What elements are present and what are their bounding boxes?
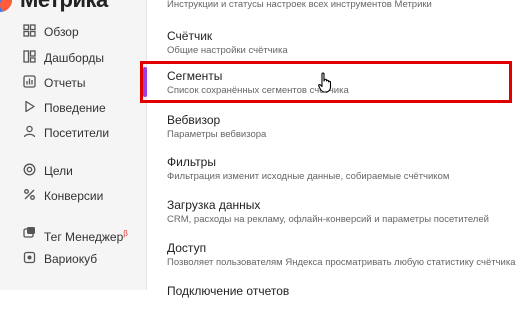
dashboard-icon	[22, 50, 36, 64]
sidebar-item-label: Тег Менеджер	[44, 230, 124, 244]
play-icon	[22, 100, 36, 114]
target-icon	[22, 163, 36, 177]
cube-icon	[22, 251, 36, 265]
sidebar-item-label: Посетители	[44, 126, 110, 140]
item-title: Доступ	[167, 241, 207, 255]
item-title: Сегменты	[167, 69, 223, 83]
sidebar-item-label: Вариокуб	[44, 252, 98, 266]
settings-item-counter[interactable]: Счётчик Общие настройки счётчика	[147, 22, 516, 66]
item-desc: CRM, расходы на рекламу, офлайн-конверси…	[167, 214, 489, 225]
sidebar-item-reports[interactable]: Отчеты	[0, 71, 146, 95]
sidebar-item-label: Конверсии	[44, 189, 104, 203]
sidebar-item-goals[interactable]: Цели	[0, 159, 146, 183]
settings-item-webvisor[interactable]: Вебвизор Параметры вебвизора	[147, 106, 516, 150]
item-title: Счётчик	[167, 29, 213, 43]
person-icon	[22, 125, 36, 139]
sidebar-item-dashboards[interactable]: Дашборды	[0, 46, 146, 70]
sidebar-item-behavior[interactable]: Поведение	[0, 96, 146, 120]
item-desc: Фильтрация изменит исходные данные, соби…	[167, 171, 450, 182]
settings-item-report-connection[interactable]: Подключение отчетов	[147, 277, 516, 321]
item-title: Вебвизор	[167, 113, 221, 127]
sidebar-item-label: Поведение	[44, 101, 106, 115]
hand-cursor-icon	[318, 72, 332, 93]
logo[interactable]: Метрика	[0, 0, 108, 12]
sidebar: Метрика Обзор Дашборды Отчеты Поведение …	[0, 0, 147, 290]
item-desc: Параметры вебвизора	[167, 129, 267, 140]
sidebar-item-variocube[interactable]: Вариокуб	[0, 247, 146, 271]
settings-item-filters[interactable]: Фильтры Фильтрация изменит исходные данн…	[147, 148, 516, 192]
settings-item-access[interactable]: Доступ Позволяет пользователям Яндекса п…	[147, 234, 516, 278]
settings-item-segments[interactable]: Сегменты Список сохранённых сегментов сч…	[140, 61, 512, 103]
percent-icon	[22, 188, 36, 202]
item-title: Подключение отчетов	[167, 284, 290, 298]
active-indicator	[143, 67, 147, 97]
settings-list: Инструкции и статусы настроек всех инстр…	[140, 0, 516, 298]
sidebar-item-overview[interactable]: Обзор	[0, 20, 146, 44]
grid-icon	[22, 24, 36, 38]
sidebar-item-label: Цели	[44, 164, 73, 178]
settings-overview-desc: Инструкции и статусы настроек всех инстр…	[167, 0, 432, 10]
sidebar-item-tag-manager[interactable]: Тег Менеджерβ	[0, 222, 146, 246]
tag-icon	[22, 226, 36, 240]
app-title: Метрика	[20, 0, 108, 13]
item-desc: Общие настройки счётчика	[167, 45, 288, 56]
sidebar-item-label: Отчеты	[44, 76, 86, 90]
sidebar-item-label: Обзор	[44, 25, 79, 39]
item-title: Фильтры	[167, 155, 216, 169]
metrika-logo-icon	[0, 0, 12, 12]
sidebar-item-visitors[interactable]: Посетители	[0, 121, 146, 145]
beta-badge: β	[123, 229, 128, 238]
sidebar-item-label: Дашборды	[44, 51, 104, 65]
settings-item-data-upload[interactable]: Загрузка данных CRM, расходы на рекламу,…	[147, 191, 516, 235]
reports-icon	[22, 75, 36, 89]
sidebar-item-conversions[interactable]: Конверсии	[0, 184, 146, 208]
item-title: Загрузка данных	[167, 198, 261, 212]
item-desc: Позволяет пользователям Яндекса просматр…	[167, 257, 516, 268]
